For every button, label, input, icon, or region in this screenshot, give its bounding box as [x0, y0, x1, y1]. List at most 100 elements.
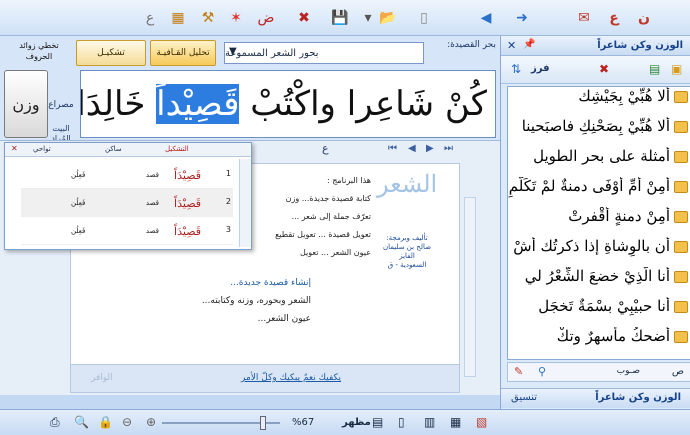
grid-icon[interactable]: ▦ — [450, 415, 461, 429]
list-item-label: ألا هُبِّيْ بِصَحْنِكِ فاصبَحينا — [521, 117, 670, 135]
poetry-icon[interactable]: ✶ — [226, 8, 246, 28]
vertical-scrollbar[interactable] — [464, 197, 476, 377]
list-item[interactable]: أمِنْ أمِّ أوْفَى دمنةٌ لمْ تَكَلَّمِ — [508, 177, 690, 208]
layout-icon[interactable]: ▤ — [372, 415, 383, 429]
list-item-label: ألا هُبِّيْ بِجَيْشِك — [578, 87, 670, 105]
delete-icon[interactable]: ✖ — [294, 8, 314, 28]
mail-icon[interactable]: ✉ — [574, 8, 594, 28]
tahlil-label: تحليل القـافيـة — [156, 48, 210, 58]
side-panel-header: الوزن وكن شاعراً ✕ 📌 — [501, 36, 690, 56]
poem-list: ألا هُبِّيْ بِجَيْشِك ألا هُبِّيْ بِصَحْ… — [507, 86, 690, 360]
lock-icon[interactable]: 🔒 — [98, 415, 113, 429]
new-poem-link[interactable]: إنشاء قصيدة جديدة... — [171, 274, 311, 292]
poetry-seas-link[interactable]: الشعر وبحوره، وزنه وكتابته... — [171, 292, 311, 310]
page-line: كتابة قصيدة جديدة... وزن — [285, 194, 371, 203]
footer-sea: الوافر — [91, 373, 113, 383]
list-item[interactable]: أنا حبيْبِيْ بسْمَةٌ تَخجَل — [508, 297, 690, 328]
arabic-letter-icon[interactable]: ض — [256, 8, 276, 28]
forward-icon[interactable]: ➜ — [512, 8, 532, 28]
author-line: تأليف وبرمجة: — [386, 234, 428, 242]
takhatti-option[interactable]: تخطي زوائد الحروف — [8, 40, 70, 62]
new-document-icon[interactable]: ▯ — [414, 8, 434, 28]
list-item[interactable]: أمثلة على بحر الطويل — [508, 147, 690, 178]
row-number: 2 — [225, 197, 231, 206]
list-item[interactable]: أضحكُ مأسهرٌ وتكْ — [508, 327, 690, 358]
row-word: قَصِيْدَاً — [174, 169, 201, 182]
app-logo-icon: ع — [609, 10, 619, 26]
row-number: 1 — [225, 169, 231, 178]
tahlil-button[interactable]: تحليل القـافيـة — [150, 40, 216, 66]
footer-verse: يكفيك نعمٌ يبكيك وكلّ الأمر — [241, 373, 341, 383]
back-icon[interactable]: ◀ — [476, 8, 496, 28]
bottom-value-2[interactable]: صـوب — [617, 366, 640, 376]
row-cut: فَعِلُن — [71, 199, 86, 207]
close-icon[interactable]: ✕ — [507, 39, 516, 52]
wazn-button[interactable]: وزن — [4, 70, 48, 138]
book-icon[interactable]: ▦ — [168, 8, 188, 28]
pencil-icon — [674, 301, 688, 313]
header-tashkeel: التشكيل — [165, 145, 189, 153]
print-icon[interactable]: ⎙ — [50, 415, 60, 430]
dropdown-arrow-icon[interactable]: ▾ — [358, 8, 378, 28]
list-item[interactable]: أنا الَّذِيْ خضعَ الشِّعْرُ لي — [508, 267, 690, 298]
tashkeel-label: تشكيـل — [97, 48, 125, 58]
zoom-level: %67 — [292, 417, 315, 428]
sea-dropdown[interactable]: بحور الشعر المسموعة ▼ — [224, 42, 424, 64]
list-item-label: أمِنْ دمنةٍ أقْفرتْ — [568, 207, 670, 225]
table-row[interactable]: 3 قَصِيْدَاً قصد فَعِلُن — [21, 217, 233, 245]
list-item-label: أمِنْ أمِّ أوْفَى دمنةٌ لمْ تَكَلَّمِ — [508, 177, 670, 195]
poetry-eyes-link[interactable]: عيون الشعر... — [171, 310, 311, 328]
side-panel-title: الوزن وكن شاعراً — [597, 40, 683, 51]
sort-dropdown[interactable]: فرز — [531, 63, 550, 74]
table-row[interactable]: 2 قَصِيْدَاً قصد فَعِلُن — [21, 189, 233, 217]
open-folder-icon[interactable]: 📂 — [378, 8, 398, 28]
tashkeel-button[interactable]: تشكيـل — [76, 40, 146, 66]
row-cut: فَعِلُن — [71, 171, 86, 179]
list-item[interactable]: ألا هُبِّيْ بِصَحْنِكِ فاصبَحينا — [508, 117, 690, 148]
popup-scrollbar[interactable] — [239, 159, 251, 247]
folder-icon[interactable]: ▣ — [671, 62, 682, 76]
bottom-value[interactable]: ص — [672, 366, 684, 377]
row-number: 3 — [225, 225, 231, 234]
tab-format[interactable]: تنسيق — [511, 392, 537, 403]
table-row[interactable]: 1 قَصِيْدَاً قصد فَعِلُن — [21, 161, 233, 189]
list-item[interactable]: أمِنْ دمنةٍ أقْفرتْ — [508, 207, 690, 238]
status-bar: ⎙ 🔍 🔒 ⊖ ⊕ %67 مظهر ▤ ▯ ▥ ▦ ▧ — [0, 409, 690, 435]
author-block: تأليف وبرمجة: صالح بن سليمان الفايز السع… — [375, 234, 439, 270]
view-dropdown[interactable]: مظهر — [342, 417, 371, 428]
pin-icon[interactable]: 📌 — [523, 39, 535, 50]
color-icon[interactable]: ✎ — [514, 365, 523, 378]
list-item[interactable]: أن بالوِشاةِ إذا ذكرتُك أشْ — [508, 237, 690, 268]
preview-icon[interactable]: 🔍 — [74, 415, 89, 429]
prev-page-icon[interactable]: ◀ — [408, 143, 416, 154]
pencil-icon — [674, 271, 688, 283]
next-page-icon[interactable]: ▶ — [426, 143, 434, 154]
binoculars-icon[interactable]: ⚲ — [538, 365, 546, 378]
zoom-slider-thumb[interactable] — [260, 416, 266, 430]
list-item-label: أضحكُ مأسهرٌ وتكْ — [556, 327, 670, 345]
pencil-icon — [674, 121, 688, 133]
list-item[interactable]: ألا هُبِّيْ بِجَيْشِك — [508, 87, 690, 118]
pdf-icon[interactable]: ▧ — [476, 415, 487, 429]
columns-icon[interactable]: ▥ — [424, 415, 435, 429]
wazn-label: وزن — [12, 94, 40, 114]
side-tabs: الوزن وكن شاعراً تنسيق — [501, 388, 690, 408]
zoom-in-icon[interactable]: ⊕ — [146, 415, 156, 429]
last-page-icon[interactable]: ⏭ — [444, 143, 453, 154]
page-icon[interactable]: ▯ — [398, 415, 405, 429]
logo-gray-icon[interactable]: ع — [140, 8, 160, 28]
add-icon[interactable]: ▤ — [649, 62, 660, 76]
zoom-out-icon[interactable]: ⊖ — [122, 415, 132, 429]
save-icon[interactable]: 💾 — [330, 8, 350, 28]
delete-icon[interactable]: ✖ — [599, 62, 609, 76]
sort-icon[interactable]: ⇅ — [511, 62, 521, 76]
close-icon[interactable]: ✕ — [11, 144, 18, 153]
tab-main[interactable]: الوزن وكن شاعراً — [595, 392, 681, 403]
verse-input[interactable]: كُنْ شَاعِرا واكْتُبْ قَصِيْداً خَالِدَا — [80, 70, 496, 138]
author-line: صالح بن سليمان الفايز — [382, 243, 432, 260]
tools-icon[interactable]: ⚒ — [198, 8, 218, 28]
row-word: قَصِيْدَاً — [174, 225, 201, 238]
first-page-icon[interactable]: ⏮ — [388, 143, 397, 154]
list-item-label: أمثلة على بحر الطويل — [533, 147, 670, 165]
analysis-popup: التشكيل ساكن تواحي ✕ 1 قَصِيْدَاً قصد فَ… — [4, 142, 252, 250]
